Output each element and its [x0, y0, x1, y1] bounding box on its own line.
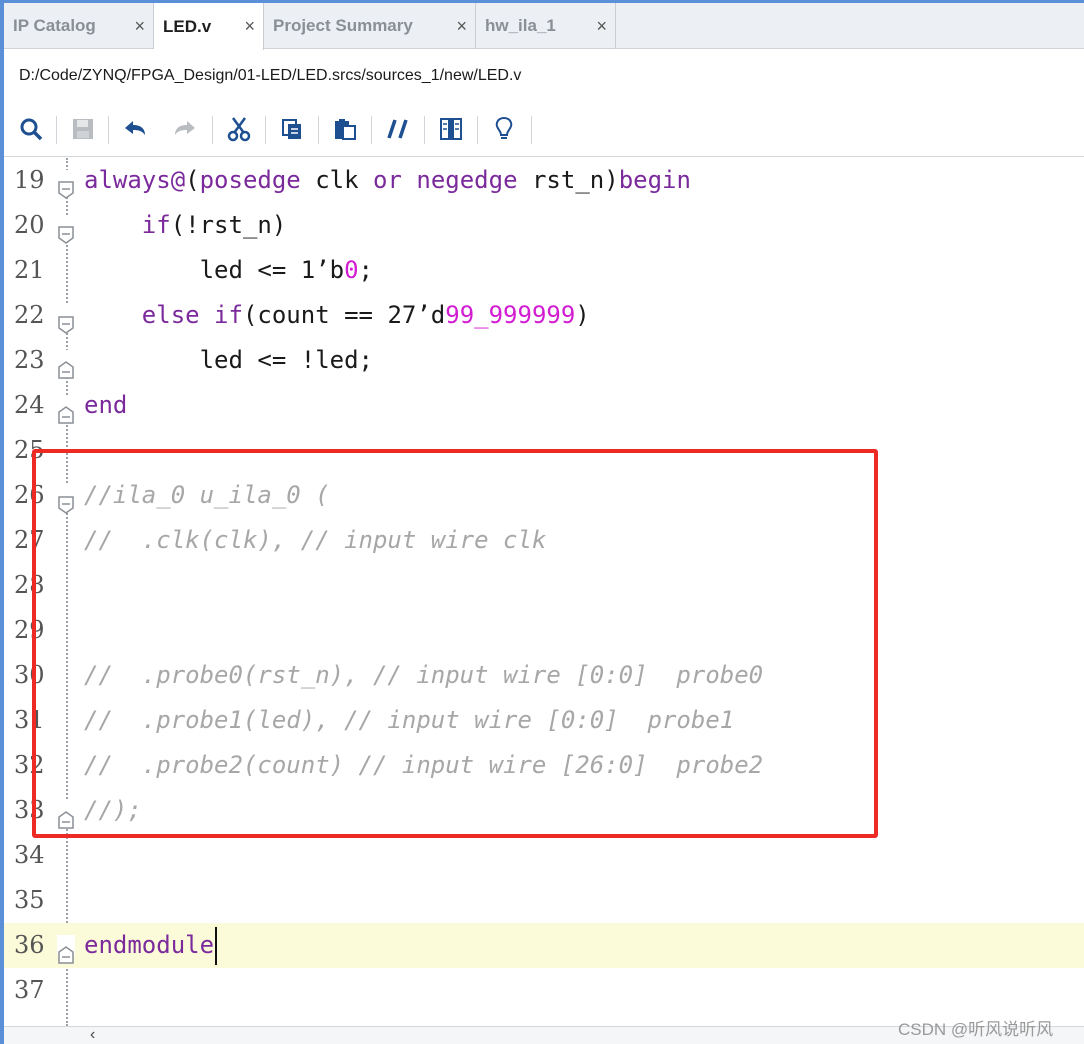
line-number: 22: [14, 301, 45, 329]
code-line[interactable]: 23 led <= !led;: [4, 338, 1084, 383]
scroll-left-arrow-icon[interactable]: ‹: [90, 1026, 95, 1044]
line-number: 36: [14, 931, 45, 959]
code-token: endmodule: [84, 931, 215, 959]
code-line[interactable]: 34: [4, 833, 1084, 878]
code-token: (count == 27’d: [242, 301, 446, 329]
code-line[interactable]: 22 else if(count == 27’d99_999999): [4, 293, 1084, 338]
code-text[interactable]: else if(count == 27’d99_999999): [84, 293, 590, 338]
code-token: always@: [84, 166, 186, 194]
code-token: 99_999999: [445, 301, 576, 329]
line-number: 23: [14, 346, 45, 374]
search-icon[interactable]: [18, 116, 44, 142]
redo-icon[interactable]: [172, 116, 198, 142]
save-icon[interactable]: [70, 116, 96, 142]
lightbulb-icon[interactable]: [491, 116, 517, 142]
line-number: 35: [14, 886, 45, 914]
line-number: 20: [14, 211, 45, 239]
code-text[interactable]: endmodule: [84, 923, 218, 968]
line-number: 37: [14, 976, 45, 1004]
line-number: 34: [14, 841, 45, 869]
code-token: led <= !led;: [84, 346, 373, 374]
tab-label: Project Summary: [273, 16, 413, 35]
code-line[interactable]: 36 endmodule: [4, 923, 1084, 968]
close-icon[interactable]: ×: [596, 16, 607, 37]
tab-ip-catalog[interactable]: IP Catalog ×: [4, 3, 154, 49]
code-line[interactable]: 37: [4, 968, 1084, 1013]
code-token: ;: [358, 256, 373, 284]
code-text[interactable]: led <= 1’b0;: [84, 248, 373, 293]
tab-hw-ila-1[interactable]: hw_ila_1 ×: [476, 3, 616, 49]
line-number: 21: [14, 256, 45, 284]
text-cursor: [215, 927, 218, 965]
code-text[interactable]: end: [84, 383, 127, 428]
tab-led-v[interactable]: LED.v ×: [154, 3, 264, 50]
line-number: 19: [14, 166, 45, 194]
comment-icon[interactable]: [385, 116, 411, 142]
code-token: or: [373, 166, 402, 194]
code-token: end: [84, 391, 128, 419]
code-token: rst_n): [517, 166, 619, 194]
code-text[interactable]: always@(posedge clk or negedge rst_n)beg…: [84, 158, 691, 203]
tab-label: hw_ila_1: [485, 16, 556, 35]
fold-end-icon: [57, 395, 75, 424]
file-path-text: D:/Code/ZYNQ/FPGA_Design/01-LED/LED.srcs…: [19, 67, 522, 84]
code-line[interactable]: 35: [4, 878, 1084, 923]
code-line[interactable]: 20 if(!rst_n): [4, 203, 1084, 248]
cut-icon[interactable]: [226, 116, 252, 142]
line-number: 24: [14, 391, 45, 419]
fold-collapse-icon[interactable]: [57, 305, 75, 334]
code-token: posedge: [199, 166, 301, 194]
code-line[interactable]: 19 always@(posedge clk or negedge rst_n)b…: [4, 158, 1084, 203]
code-token: clk: [300, 166, 374, 194]
code-token: ): [575, 301, 590, 329]
code-token: led <= 1’b: [84, 256, 345, 284]
watermark: CSDN @听风说听风: [898, 1020, 1054, 1039]
file-path: D:/Code/ZYNQ/FPGA_Design/01-LED/LED.srcs…: [4, 50, 1084, 102]
code-token: negedge: [416, 166, 518, 194]
close-icon[interactable]: ×: [456, 16, 467, 37]
close-icon[interactable]: ×: [134, 16, 145, 37]
code-text[interactable]: if(!rst_n): [84, 203, 287, 248]
code-token: (!rst_n): [170, 211, 287, 239]
format-icon[interactable]: [438, 116, 464, 142]
code-token: begin: [618, 166, 691, 194]
editor-toolbar: [4, 102, 1084, 157]
code-line[interactable]: 24 end: [4, 383, 1084, 428]
paste-icon[interactable]: [332, 116, 358, 142]
highlight-box: [32, 449, 878, 838]
code-line[interactable]: 21 led <= 1’b0;: [4, 248, 1084, 293]
code-token: 0: [344, 256, 359, 284]
tab-bar: IP Catalog × LED.v × Project Summary × h…: [4, 3, 1084, 50]
fold-end-icon: [57, 350, 75, 379]
tab-label: IP Catalog: [13, 16, 96, 35]
code-token: else if: [141, 301, 243, 329]
tab-label: LED.v: [163, 16, 212, 36]
close-icon[interactable]: ×: [244, 16, 255, 37]
code-token: if: [141, 211, 171, 239]
code-token: (: [185, 166, 200, 194]
fold-end-icon: [57, 935, 75, 964]
fold-collapse-icon[interactable]: [57, 170, 75, 199]
fold-collapse-icon[interactable]: [57, 215, 75, 244]
undo-icon[interactable]: [122, 116, 148, 142]
code-text[interactable]: led <= !led;: [84, 338, 373, 383]
copy-icon[interactable]: [279, 116, 305, 142]
tab-project-summary[interactable]: Project Summary ×: [264, 3, 476, 49]
